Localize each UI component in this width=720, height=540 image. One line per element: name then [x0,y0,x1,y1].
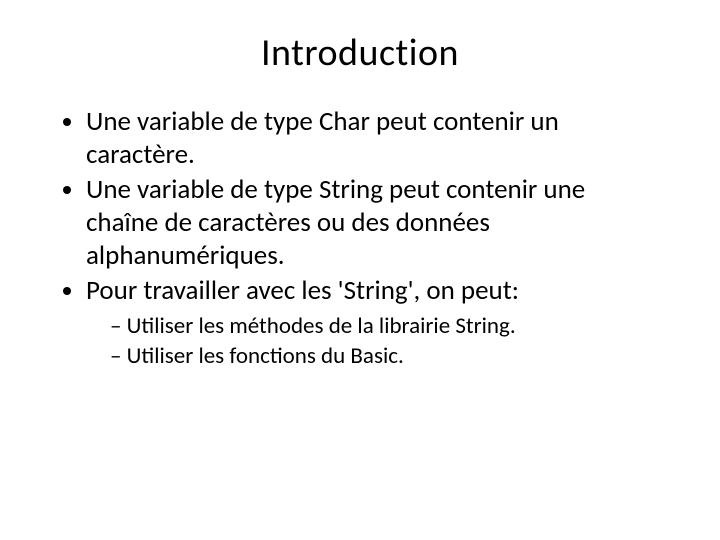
slide-title: Introduction [60,30,660,76]
list-item: Une variable de type String peut conteni… [86,174,660,273]
list-item: Utiliser les méthodes de la librairie St… [110,312,660,341]
list-item: Une variable de type Char peut contenir … [86,106,660,172]
list-item: Pour travailler avec les 'String', on pe… [86,275,660,371]
bullet-text: Une variable de type Char peut contenir … [86,105,559,171]
slide: Introduction Une variable de type Char p… [0,0,720,540]
bullet-text: Pour travailler avec les 'String', on pe… [86,274,519,307]
list-item: Utiliser les fonctions du Basic. [110,342,660,371]
bullet-list: Une variable de type Char peut contenir … [60,106,660,371]
bullet-text: Une variable de type String peut conteni… [86,173,585,272]
sub-bullet-list: Utiliser les méthodes de la librairie St… [86,312,660,372]
subbullet-text: Utiliser les méthodes de la librairie St… [127,312,516,340]
subbullet-text: Utiliser les fonctions du Basic. [127,342,404,370]
